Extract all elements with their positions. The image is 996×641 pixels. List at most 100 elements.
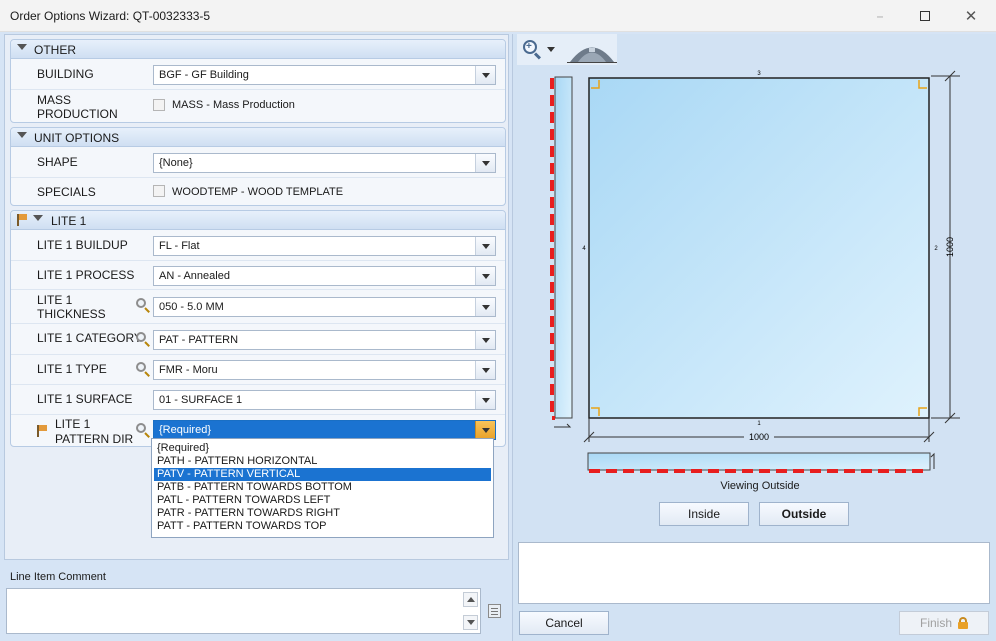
lite1-category-select[interactable]: PAT - PATTERN (153, 330, 496, 350)
search-icon[interactable] (135, 422, 151, 438)
lite1-type-value: FMR - Moru (159, 364, 218, 376)
chevron-down-icon[interactable] (475, 298, 495, 316)
search-icon[interactable] (135, 297, 151, 313)
row-specials: SPECIALS WOODTEMP - WOOD TEMPLATE (11, 179, 505, 206)
shape-value: {None} (159, 157, 193, 169)
close-button[interactable]: ✕ (948, 0, 994, 32)
specials-checkbox[interactable] (153, 185, 165, 197)
lite1-process-label: LITE 1 PROCESS (37, 268, 135, 282)
lite1-surface-select[interactable]: 01 - SURFACE 1 (153, 390, 496, 410)
height-dimension-label: 1000 (945, 237, 955, 257)
row-lite1-surface: LITE 1 SURFACE 01 - SURFACE 1 (11, 386, 505, 415)
flag-icon (17, 214, 28, 226)
shape-label: SHAPE (37, 155, 78, 169)
search-icon[interactable] (135, 331, 151, 347)
title-bar: Order Options Wizard: QT-0032333-5 – ✕ (0, 0, 996, 32)
side-profile (554, 76, 573, 419)
pattern-dir-dropdown-list: {Required} PATH - PATTERN HORIZONTAL PAT… (151, 438, 494, 538)
arch-shape-icon[interactable] (567, 37, 617, 63)
outside-view-button[interactable]: Outside (759, 502, 849, 526)
group-unit-options-title: UNIT OPTIONS (34, 131, 120, 145)
mass-production-checkbox[interactable] (153, 99, 165, 111)
minimize-icon: – (876, 7, 884, 25)
specials-label: SPECIALS (37, 185, 96, 199)
search-icon[interactable] (135, 361, 151, 377)
glass-pane (588, 77, 930, 419)
mass-label-line1: MASS (37, 93, 72, 107)
group-other-header[interactable]: OTHER (11, 40, 505, 59)
lite1-pattern-dir-select[interactable]: {Required} (153, 420, 496, 440)
lite1-type-select[interactable]: FMR - Moru (153, 360, 496, 380)
chevron-down-icon[interactable] (475, 391, 495, 409)
group-unit-options-header[interactable]: UNIT OPTIONS (11, 128, 505, 147)
collapse-icon[interactable] (17, 132, 27, 138)
maximize-icon (920, 11, 930, 21)
collapse-icon[interactable] (17, 44, 27, 50)
scroll-up-button[interactable] (463, 592, 478, 607)
lite1-thickness-label-line1: LITE 1 (37, 293, 73, 307)
shape-select[interactable]: {None} (153, 153, 496, 173)
dropdown-option[interactable]: {Required} (154, 442, 491, 455)
chevron-down-icon[interactable] (475, 66, 495, 84)
notes-icon[interactable] (488, 604, 501, 618)
specials-checkbox-label: WOODTEMP - WOOD TEMPLATE (172, 186, 344, 198)
lite1-pattern-dir-value: {Required} (159, 424, 211, 436)
dropdown-option[interactable]: PATH - PATTERN HORIZONTAL (154, 455, 491, 468)
lite1-buildup-value: FL - Flat (159, 240, 200, 252)
line-item-comment-label: Line Item Comment (10, 571, 106, 583)
edge-label-bottom: 1 (757, 421, 761, 427)
lite1-surface-value: 01 - SURFACE 1 (159, 394, 243, 406)
cancel-button[interactable]: Cancel (519, 611, 609, 635)
group-unit-options: UNIT OPTIONS SHAPE {None} SPECIALS WOODT… (10, 127, 506, 206)
glass-drawing: 3 4 1 2 1000 1000 (550, 70, 960, 473)
line-item-comment-input[interactable] (6, 588, 481, 634)
mass-label-line2: PRODUCTION (37, 107, 118, 121)
finish-button[interactable]: Finish (899, 611, 989, 635)
window-title: Order Options Wizard: QT-0032333-5 (10, 9, 211, 23)
chevron-down-icon[interactable] (475, 421, 495, 439)
edge-label-right: 2 (934, 246, 938, 252)
row-lite1-category: LITE 1 CATEGORY PAT - PATTERN (11, 325, 505, 355)
minimize-button[interactable]: – (857, 0, 903, 32)
building-label: BUILDING (37, 67, 94, 81)
edge-label-top: 3 (757, 71, 761, 77)
dropdown-option[interactable]: PATT - PATTERN TOWARDS TOP (154, 520, 491, 533)
lite1-buildup-select[interactable]: FL - Flat (153, 236, 496, 256)
lite1-thickness-select[interactable]: 050 - 5.0 MM (153, 297, 496, 317)
row-lite1-process: LITE 1 PROCESS AN - Annealed (11, 262, 505, 290)
inside-view-button[interactable]: Inside (659, 502, 749, 526)
group-lite1: LITE 1 LITE 1 BUILDUP FL - Flat LITE 1 P… (10, 210, 506, 447)
lite1-thickness-value: 050 - 5.0 MM (159, 301, 224, 313)
lock-icon (958, 617, 968, 629)
collapse-icon[interactable] (33, 215, 43, 221)
dropdown-option-selected[interactable]: PATV - PATTERN VERTICAL (154, 468, 491, 481)
chevron-down-icon[interactable] (475, 237, 495, 255)
flag-icon (37, 425, 48, 437)
zoom-in-icon[interactable]: + (523, 40, 543, 60)
group-lite1-header[interactable]: LITE 1 (11, 211, 505, 230)
mass-production-checkbox-label: MASS - Mass Production (172, 99, 295, 111)
group-lite1-title: LITE 1 (51, 214, 87, 228)
lite1-category-label: LITE 1 CATEGORY (37, 331, 142, 345)
zoom-dropdown-icon[interactable] (547, 47, 555, 52)
lite1-process-value: AN - Annealed (159, 270, 230, 282)
scroll-down-button[interactable] (463, 615, 478, 630)
dropdown-option[interactable]: PATB - PATTERN TOWARDS BOTTOM (154, 481, 491, 494)
dropdown-option[interactable]: PATL - PATTERN TOWARDS LEFT (154, 494, 491, 507)
row-lite1-thickness: LITE 1 THICKNESS 050 - 5.0 MM (11, 291, 505, 324)
lite1-process-select[interactable]: AN - Annealed (153, 266, 496, 286)
group-other-title: OTHER (34, 43, 76, 57)
chevron-down-icon[interactable] (475, 361, 495, 379)
lite1-pattern-dir-label-line2: PATTERN DIR (55, 432, 134, 446)
building-select[interactable]: BGF - GF Building (153, 65, 496, 85)
lite1-type-label: LITE 1 TYPE (37, 362, 107, 376)
dropdown-option[interactable]: PATR - PATTERN TOWARDS RIGHT (154, 507, 491, 520)
chevron-down-icon[interactable] (475, 154, 495, 172)
finish-button-label: Finish (919, 616, 952, 630)
maximize-button[interactable] (902, 0, 948, 32)
building-value: BGF - GF Building (159, 69, 249, 81)
chevron-down-icon[interactable] (475, 267, 495, 285)
lite1-thickness-label-line2: THICKNESS (37, 307, 106, 321)
chevron-down-icon[interactable] (475, 331, 495, 349)
preview-toolbar: + (517, 34, 617, 65)
